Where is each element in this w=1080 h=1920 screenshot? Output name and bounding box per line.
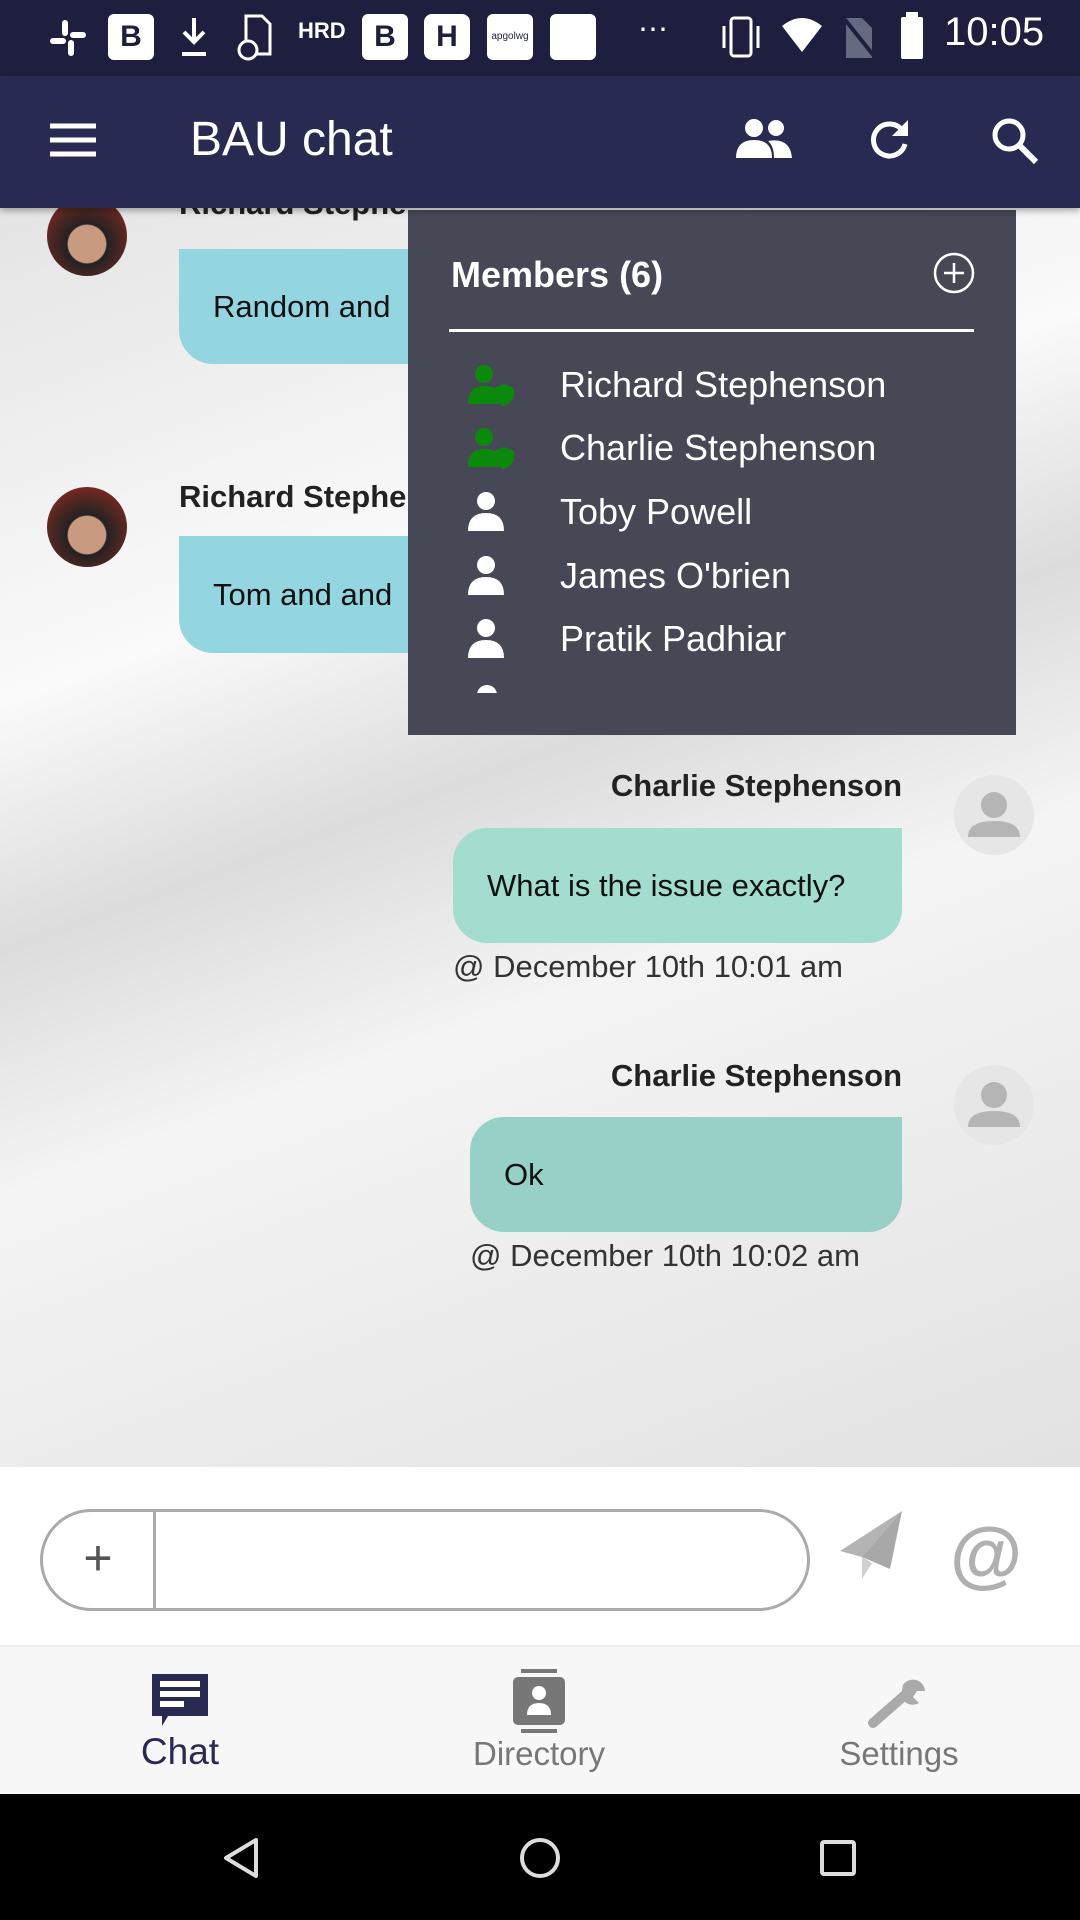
page-title: BAU chat — [190, 113, 393, 166]
avatar[interactable] — [47, 208, 127, 276]
b-icon: B — [108, 14, 154, 60]
message-text: Ok — [504, 1156, 544, 1192]
message-bubble[interactable]: What is the issue exactly? — [453, 828, 902, 943]
invoice-icon — [237, 14, 272, 61]
menu-icon[interactable] — [48, 120, 98, 160]
app-bar: BAU chat — [0, 76, 1080, 208]
user-icon — [468, 556, 504, 595]
member-row[interactable]: Charlie Stephenson — [408, 418, 1016, 478]
recents-icon[interactable] — [818, 1838, 858, 1878]
message-timestamp: @ December 10th 10:01 am — [453, 949, 843, 984]
member-name: Pratik Padhiar — [560, 618, 787, 659]
search-icon[interactable] — [990, 116, 1040, 166]
member-row[interactable]: James O'brien — [408, 546, 1016, 606]
refresh-icon[interactable] — [866, 116, 912, 162]
tab-directory[interactable]: Directory — [439, 1647, 639, 1796]
system-nav-bar — [0, 1794, 1080, 1920]
member-row-clipped[interactable] — [408, 665, 1016, 693]
vibrate-icon — [722, 16, 760, 58]
member-row[interactable]: Pratik Padhiar — [408, 609, 1016, 669]
divider — [449, 329, 974, 332]
message-bubble[interactable]: Ok — [470, 1117, 902, 1232]
message-input-wrapper: + — [40, 1509, 810, 1611]
overflow-icon: ⋯ — [638, 13, 668, 46]
avatar[interactable] — [954, 1065, 1034, 1145]
status-bar: B HRD B H apgolwg ⋯ 10:05 — [0, 0, 1080, 76]
tab-settings[interactable]: Settings — [799, 1647, 999, 1796]
message-text: Random and — [213, 288, 391, 324]
member-row[interactable]: Toby Powell — [408, 482, 1016, 542]
avatar[interactable] — [954, 775, 1034, 855]
download-icon — [182, 18, 206, 56]
members-title: Members (6) — [451, 254, 664, 295]
tab-label: Directory — [472, 1735, 606, 1772]
b-icon: B — [362, 14, 408, 60]
tab-label: Chat — [140, 1731, 220, 1772]
admin-user-icon — [468, 365, 514, 406]
message-text: What is the issue exactly? — [487, 867, 846, 903]
members-icon[interactable] — [732, 116, 794, 162]
kroos-icon — [550, 14, 596, 60]
back-icon[interactable] — [220, 1836, 264, 1880]
composer: + @ — [0, 1467, 1080, 1645]
members-panel: Members (6) Richard Stephenson Charlie S… — [408, 210, 1016, 735]
hrd-icon: HRD — [298, 18, 346, 43]
sender-name: Richard Stephe — [179, 208, 406, 222]
battery-icon — [901, 12, 923, 59]
h-icon: H — [424, 14, 470, 60]
sender-name: Charlie Stephenson — [610, 1058, 902, 1093]
member-name: Toby Powell — [560, 491, 753, 532]
slack-icon — [50, 20, 86, 56]
send-icon[interactable] — [836, 1509, 904, 1581]
mention-button[interactable]: @ — [950, 1511, 1022, 1596]
message-text: Tom and and — [213, 576, 393, 612]
message-timestamp: @ December 10th 10:02 am — [470, 1238, 860, 1273]
apgolwg-icon: apgolwg — [487, 14, 533, 60]
user-icon — [468, 492, 504, 531]
member-name: Charlie Stephenson — [560, 427, 877, 468]
sender-name: Richard Stephe — [179, 479, 407, 514]
user-icon — [468, 619, 504, 658]
member-row[interactable]: Richard Stephenson — [408, 355, 1016, 415]
tab-label: Settings — [839, 1735, 959, 1772]
message-input[interactable] — [159, 1512, 807, 1608]
avatar[interactable] — [47, 487, 127, 567]
sender-name: Charlie Stephenson — [610, 768, 902, 803]
directory-icon — [513, 1669, 565, 1733]
attach-button[interactable]: + — [43, 1512, 156, 1608]
wrench-icon — [868, 1679, 925, 1728]
chat-icon — [152, 1674, 208, 1726]
tab-chat[interactable]: Chat — [80, 1647, 280, 1796]
add-circle-icon[interactable] — [932, 251, 976, 295]
member-name: James O'brien — [560, 555, 791, 596]
bottom-nav: Chat Directory Settings — [0, 1645, 1080, 1794]
member-name: Richard Stephenson — [560, 364, 887, 405]
admin-user-icon — [468, 428, 514, 469]
clock: 10:05 — [944, 10, 1045, 54]
no-sim-icon — [840, 14, 876, 58]
home-icon[interactable] — [518, 1836, 562, 1880]
user-icon — [477, 685, 497, 693]
wifi-icon — [782, 18, 822, 52]
